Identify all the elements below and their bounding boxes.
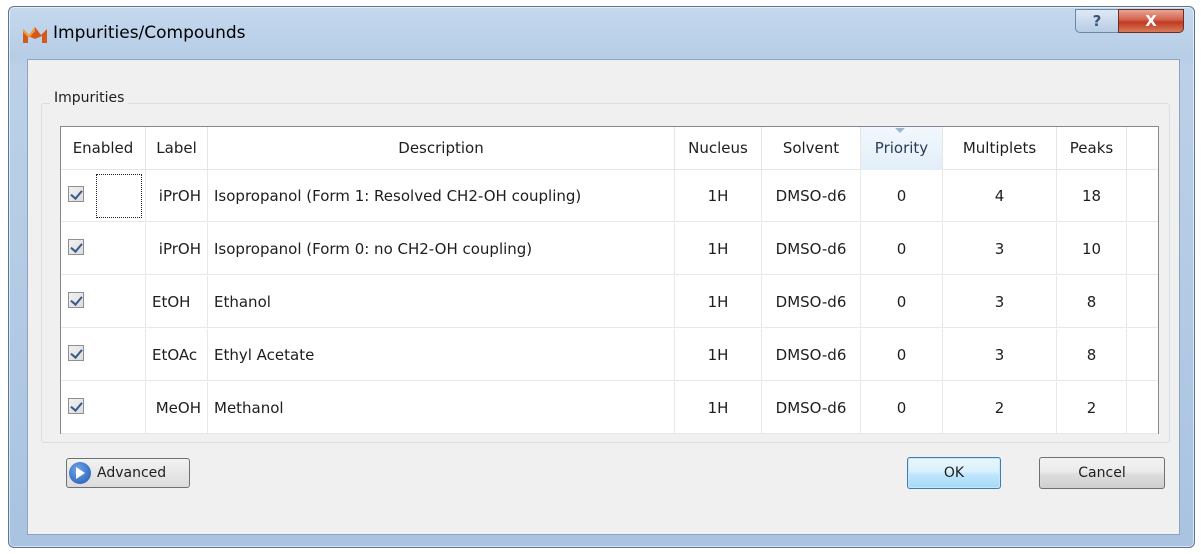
- column-header-priority-label: Priority: [874, 139, 929, 157]
- app-logo-icon: [23, 27, 47, 43]
- column-header-label[interactable]: Label: [146, 127, 208, 170]
- enabled-checkbox[interactable]: [68, 186, 84, 202]
- multiplets-cell: 2: [943, 382, 1057, 434]
- priority-cell: 0: [861, 382, 943, 434]
- priority-cell: 0: [861, 329, 943, 381]
- table-row[interactable]: iPrOH Isopropanol (Form 1: Resolved CH2-…: [61, 170, 1158, 222]
- table-row[interactable]: EtOH Ethanol 1H DMSO-d6 0 3 8: [61, 276, 1158, 328]
- title-bar[interactable]: Impurities/Compounds ? X: [9, 7, 1194, 59]
- multiplets-cell: 4: [943, 170, 1057, 222]
- enabled-cell: [61, 170, 146, 222]
- solvent-cell: DMSO-d6: [762, 223, 861, 275]
- enabled-checkbox[interactable]: [68, 239, 84, 255]
- peaks-cell: 18: [1057, 170, 1127, 222]
- impurities-group-label: Impurities: [50, 90, 129, 106]
- dialog-window: Impurities/Compounds ? X Impurities Enab…: [8, 6, 1195, 548]
- solvent-cell: DMSO-d6: [762, 170, 861, 222]
- label-cell: EtOH: [146, 276, 208, 328]
- nucleus-cell: 1H: [675, 276, 762, 328]
- column-header-priority[interactable]: Priority: [861, 127, 943, 170]
- solvent-cell: DMSO-d6: [762, 276, 861, 328]
- enabled-checkbox[interactable]: [68, 398, 84, 414]
- peaks-cell: 2: [1057, 382, 1127, 434]
- nucleus-cell: 1H: [675, 223, 762, 275]
- description-cell: Isopropanol (Form 1: Resolved CH2-OH cou…: [208, 170, 675, 222]
- solvent-cell: DMSO-d6: [762, 329, 861, 381]
- sort-indicator-icon: [895, 128, 905, 133]
- label-cell: iPrOH: [146, 223, 208, 275]
- label-cell: iPrOH: [146, 170, 208, 222]
- enabled-checkbox[interactable]: [68, 345, 84, 361]
- column-header-nucleus[interactable]: Nucleus: [675, 127, 762, 170]
- advanced-button[interactable]: Advanced: [66, 458, 190, 488]
- nucleus-cell: 1H: [675, 329, 762, 381]
- enabled-cell: [61, 329, 146, 381]
- column-header-solvent[interactable]: Solvent: [762, 127, 861, 170]
- window-title: Impurities/Compounds: [53, 23, 246, 43]
- description-cell: Methanol: [208, 382, 675, 434]
- column-header-peaks[interactable]: Peaks: [1057, 127, 1127, 170]
- description-cell: Ethanol: [208, 276, 675, 328]
- close-button[interactable]: X: [1118, 9, 1184, 33]
- table-row[interactable]: EtOAc Ethyl Acetate 1H DMSO-d6 0 3 8: [61, 329, 1158, 381]
- enabled-checkbox[interactable]: [68, 292, 84, 308]
- multiplets-cell: 3: [943, 276, 1057, 328]
- enabled-cell: [61, 223, 146, 275]
- help-button[interactable]: ?: [1075, 9, 1119, 33]
- ok-button[interactable]: OK: [907, 457, 1001, 489]
- peaks-cell: 8: [1057, 276, 1127, 328]
- multiplets-cell: 3: [943, 329, 1057, 381]
- column-header-multiplets[interactable]: Multiplets: [943, 127, 1057, 170]
- table-header: Enabled Label Description Nucleus Solven…: [61, 127, 1158, 170]
- peaks-cell: 10: [1057, 223, 1127, 275]
- cancel-button[interactable]: Cancel: [1039, 457, 1165, 489]
- column-header-description[interactable]: Description: [208, 127, 675, 170]
- priority-cell: 0: [861, 223, 943, 275]
- nucleus-cell: 1H: [675, 382, 762, 434]
- column-header-enabled[interactable]: Enabled: [61, 127, 146, 170]
- expand-arrow-icon: [69, 462, 91, 484]
- impurities-table: Enabled Label Description Nucleus Solven…: [60, 126, 1159, 434]
- dialog-content: Impurities Enabled Label Description Nuc…: [27, 59, 1180, 535]
- peaks-cell: 8: [1057, 329, 1127, 381]
- priority-cell: 0: [861, 170, 943, 222]
- enabled-cell: [61, 382, 146, 434]
- label-cell: EtOAc: [146, 329, 208, 381]
- table-row[interactable]: iPrOH Isopropanol (Form 0: no CH2-OH cou…: [61, 223, 1158, 275]
- enabled-cell: [61, 276, 146, 328]
- multiplets-cell: 3: [943, 223, 1057, 275]
- focus-rectangle: [96, 174, 142, 218]
- label-cell: MeOH: [146, 382, 208, 434]
- table-row[interactable]: MeOH Methanol 1H DMSO-d6 0 2 2: [61, 382, 1158, 434]
- advanced-button-label: Advanced: [97, 465, 167, 481]
- nucleus-cell: 1H: [675, 170, 762, 222]
- priority-cell: 0: [861, 276, 943, 328]
- solvent-cell: DMSO-d6: [762, 382, 861, 434]
- description-cell: Ethyl Acetate: [208, 329, 675, 381]
- description-cell: Isopropanol (Form 0: no CH2-OH coupling): [208, 223, 675, 275]
